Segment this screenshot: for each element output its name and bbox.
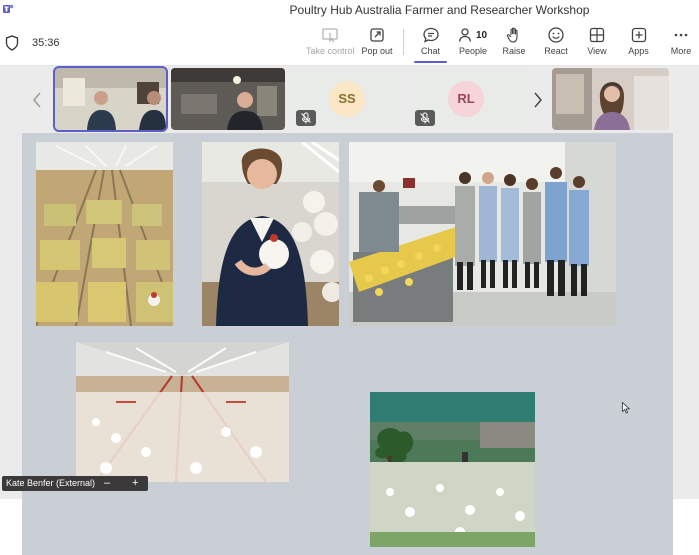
take-control-button[interactable]: Take control	[306, 26, 355, 62]
take-control-icon	[322, 28, 338, 43]
raise-hand-icon	[506, 27, 518, 43]
zoom-in-button[interactable]: +	[132, 476, 138, 490]
people-icon	[458, 28, 472, 42]
add-apps-icon	[631, 27, 646, 43]
react-button[interactable]: React	[542, 26, 570, 62]
take-control-label: Take control	[306, 46, 355, 56]
apps-button[interactable]: Apps	[625, 26, 652, 62]
chevron-right-icon[interactable]	[531, 90, 545, 110]
meeting-stage: SS RL Kate Benfer (External) – +	[0, 66, 699, 555]
muted-indicator	[296, 110, 316, 126]
participant-video-tile[interactable]	[53, 66, 168, 132]
title-bar: Poultry Hub Australia Farmer and Researc…	[0, 0, 699, 20]
avatar-initials: RL	[448, 81, 484, 117]
meeting-timer: 35:36	[32, 37, 60, 49]
chat-label: Chat	[420, 46, 440, 56]
mouse-cursor-icon	[622, 402, 630, 414]
shared-photo-hatchery-workers	[349, 142, 616, 326]
active-tab-indicator	[414, 61, 447, 63]
shared-photo-farmer-holding-chicken	[202, 142, 339, 326]
chat-button[interactable]: Chat	[414, 26, 447, 62]
raise-hand-button[interactable]: Raise	[500, 26, 528, 62]
more-label: More	[670, 46, 692, 56]
meeting-toolbar: 35:36 Take control Pop out Chat People 1…	[0, 20, 699, 66]
view-grid-icon	[589, 27, 605, 43]
react-label: React	[544, 46, 568, 56]
mic-off-icon	[301, 112, 311, 124]
shared-photo-poultry-shed-chicks	[36, 142, 173, 326]
participant-avatar-tile[interactable]: RL	[409, 68, 523, 130]
participant-avatar-tile[interactable]: SS	[290, 68, 404, 130]
pop-out-label: Pop out	[361, 46, 393, 56]
smiley-icon	[548, 27, 564, 43]
apps-label: Apps	[628, 46, 649, 56]
more-options-icon	[674, 33, 688, 37]
shield-icon[interactable]	[5, 35, 19, 51]
zoom-out-button[interactable]: –	[104, 476, 110, 490]
pop-out-button[interactable]: Pop out	[360, 26, 394, 62]
chat-icon	[422, 27, 439, 43]
chevron-left-icon[interactable]	[30, 90, 44, 110]
participant-video	[171, 68, 285, 130]
participant-video-tile[interactable]	[552, 68, 669, 130]
participant-video-tile[interactable]	[171, 68, 285, 130]
people-count-badge: 10	[476, 30, 488, 41]
pop-out-icon	[370, 28, 384, 42]
participant-video	[552, 68, 669, 130]
people-label: People	[458, 46, 488, 56]
view-button[interactable]: View	[584, 26, 610, 62]
more-button[interactable]: More	[667, 26, 695, 62]
stage-zoom-controls: – +	[96, 476, 148, 491]
avatar-initials: SS	[329, 81, 365, 117]
muted-indicator	[415, 110, 435, 126]
shared-photo-broiler-shed	[76, 342, 289, 482]
window-title: Poultry Hub Australia Farmer and Researc…	[289, 3, 590, 17]
mic-off-icon	[420, 112, 430, 124]
presenter-name-tag: Kate Benfer (External)	[2, 476, 100, 491]
shared-photo-free-range-chickens	[370, 392, 535, 547]
shared-screen	[22, 133, 673, 555]
toolbar-divider	[403, 29, 404, 55]
view-label: View	[587, 46, 607, 56]
participant-video	[55, 68, 166, 130]
raise-label: Raise	[502, 46, 526, 56]
